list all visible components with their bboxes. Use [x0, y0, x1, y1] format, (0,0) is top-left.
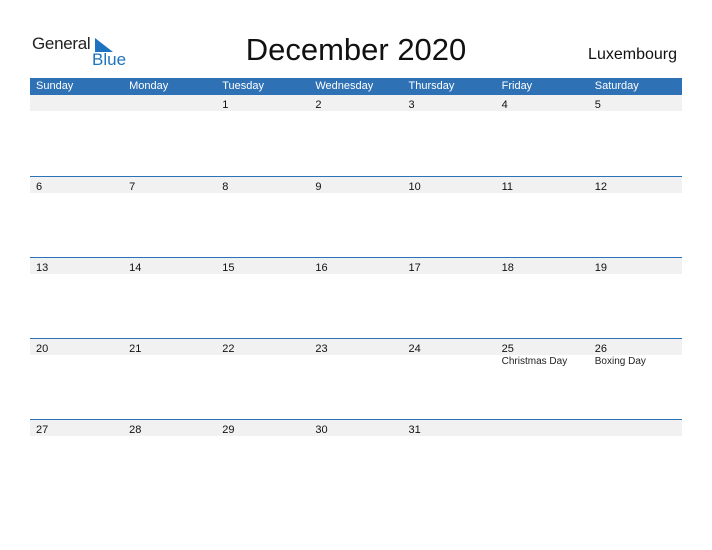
- date-strip: 20 21 22 23 24 25 26: [30, 339, 682, 355]
- day-number: 28: [129, 424, 142, 436]
- day-number: 13: [36, 262, 49, 274]
- day-cell: 7: [123, 177, 216, 193]
- day-cell: 29: [216, 420, 309, 436]
- weekday-tuesday: Tuesday: [222, 80, 265, 92]
- day-cell: 3: [403, 95, 496, 111]
- day-number: 23: [315, 343, 328, 355]
- day-number: 12: [594, 181, 607, 193]
- day-cell: 6: [30, 177, 123, 193]
- day-cell: 19: [589, 258, 682, 274]
- day-cell: 30: [309, 420, 402, 436]
- date-strip: 1 2 3 4 5: [30, 95, 682, 111]
- day-cell: 4: [496, 95, 589, 111]
- day-cell: 17: [403, 258, 496, 274]
- day-number: 27: [36, 424, 49, 436]
- weekday-sunday: Sunday: [36, 80, 74, 92]
- weekday-friday: Friday: [501, 80, 533, 92]
- day-cell: 8: [216, 177, 309, 193]
- day-cell: 2: [309, 95, 402, 111]
- event-cell: [403, 355, 496, 369]
- day-cell: 28: [123, 420, 216, 436]
- day-number: 19: [594, 262, 607, 274]
- day-cell: [589, 420, 682, 436]
- event-cell: Christmas Day: [496, 355, 589, 369]
- day-number: 24: [408, 343, 421, 355]
- day-number: 21: [129, 343, 142, 355]
- day-number: 6: [36, 181, 43, 193]
- weeks-container: 1 2 3 4 5 6 7 8 9 10 11 12 13 14 15 16 17 18 19 20 21 22 23 24 2…: [30, 95, 682, 500]
- day-number: 9: [315, 181, 322, 193]
- day-number: 17: [408, 262, 421, 274]
- day-number: 15: [222, 262, 235, 274]
- day-cell: 12: [589, 177, 682, 193]
- week-row: 27 28 29 30 31: [30, 419, 682, 500]
- day-cell: 22: [216, 339, 309, 355]
- holiday-label: Christmas Day: [501, 356, 568, 367]
- day-number: 8: [222, 181, 229, 193]
- day-cell: 16: [309, 258, 402, 274]
- event-cell: [216, 355, 309, 369]
- week-row: 20 21 22 23 24 25 26 Christmas Day Boxing Day: [30, 338, 682, 419]
- day-cell: 26: [589, 339, 682, 355]
- day-cell: 11: [496, 177, 589, 193]
- day-number: 7: [129, 181, 136, 193]
- day-cell: 13: [30, 258, 123, 274]
- day-number: 3: [408, 99, 415, 111]
- day-number: 31: [408, 424, 421, 436]
- weekday-saturday: Saturday: [594, 80, 639, 92]
- date-strip: 27 28 29 30 31: [30, 420, 682, 436]
- calendar-grid: Sunday Monday Tuesday Wednesday Thursday…: [30, 78, 682, 500]
- day-number: 10: [408, 181, 421, 193]
- events-row: Christmas Day Boxing Day: [30, 355, 682, 369]
- date-strip: 6 7 8 9 10 11 12: [30, 177, 682, 193]
- weekday-thursday: Thursday: [408, 80, 455, 92]
- day-cell: 31: [403, 420, 496, 436]
- day-cell: 9: [309, 177, 402, 193]
- weekday-monday: Monday: [129, 80, 169, 92]
- day-number: 18: [501, 262, 514, 274]
- day-number: 30: [315, 424, 328, 436]
- day-cell: [30, 95, 123, 111]
- event-cell: [309, 355, 402, 369]
- day-number: 4: [501, 99, 508, 111]
- day-number: 25: [501, 343, 514, 355]
- event-cell: Boxing Day: [589, 355, 682, 369]
- holiday-label: Boxing Day: [594, 356, 646, 367]
- country-label: Luxembourg: [588, 46, 677, 63]
- day-cell: 23: [309, 339, 402, 355]
- day-cell: 21: [123, 339, 216, 355]
- day-number: 11: [501, 181, 514, 193]
- day-cell: [123, 95, 216, 111]
- day-number: 1: [222, 99, 229, 111]
- event-cell: [30, 355, 123, 369]
- week-row: 1 2 3 4 5: [30, 95, 682, 176]
- weekday-wednesday: Wednesday: [315, 80, 374, 92]
- day-number: 29: [222, 424, 235, 436]
- day-cell: 20: [30, 339, 123, 355]
- day-number: 22: [222, 343, 235, 355]
- day-number: 5: [594, 99, 601, 111]
- day-cell: [496, 420, 589, 436]
- week-row: 13 14 15 16 17 18 19: [30, 257, 682, 338]
- day-number: 26: [594, 343, 607, 355]
- day-cell: 5: [589, 95, 682, 111]
- day-number: 14: [129, 262, 142, 274]
- day-cell: 1: [216, 95, 309, 111]
- day-cell: 15: [216, 258, 309, 274]
- day-cell: 27: [30, 420, 123, 436]
- day-number: 20: [36, 343, 49, 355]
- day-number: 16: [315, 262, 328, 274]
- date-strip: 13 14 15 16 17 18 19: [30, 258, 682, 274]
- day-cell: 25: [496, 339, 589, 355]
- day-cell: 18: [496, 258, 589, 274]
- day-cell: 14: [123, 258, 216, 274]
- day-cell: 10: [403, 177, 496, 193]
- week-row: 6 7 8 9 10 11 12: [30, 176, 682, 257]
- day-cell: 24: [403, 339, 496, 355]
- weekday-header: Sunday Monday Tuesday Wednesday Thursday…: [30, 78, 682, 95]
- event-cell: [123, 355, 216, 369]
- day-number: 2: [315, 99, 322, 111]
